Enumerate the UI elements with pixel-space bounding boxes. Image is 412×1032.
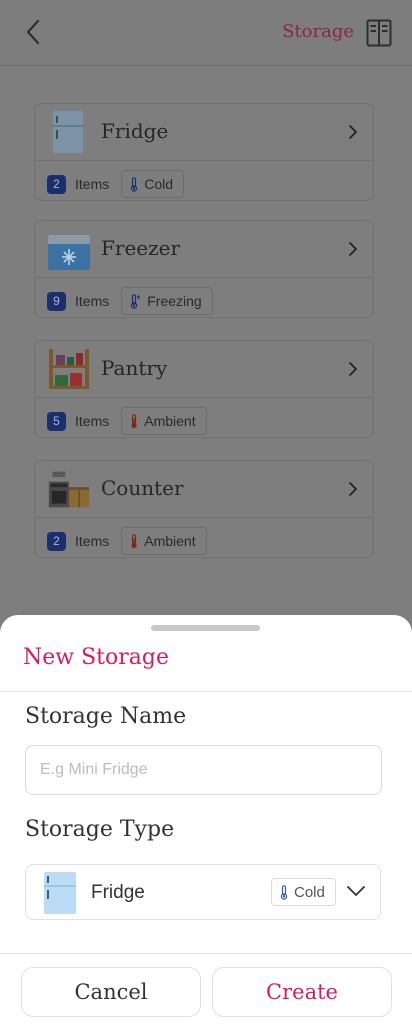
thermometer-ambient-icon (131, 533, 137, 548)
temperature-label: Cold (144, 176, 174, 192)
chevron-right-icon (349, 482, 357, 496)
storage-card-pantry[interactable]: Pantry 5 Items Ambient (34, 340, 374, 438)
selected-type-name: Fridge (91, 882, 145, 903)
temperature-badge: Cold (271, 878, 336, 906)
item-count-badge: 5 (47, 411, 66, 431)
storage-type-label: Storage Type (25, 817, 175, 842)
pantry-icon (49, 349, 89, 389)
thermometer-cold-icon (131, 176, 138, 192)
items-label: Items (75, 413, 110, 429)
cancel-button[interactable]: Cancel (21, 967, 201, 1017)
fridge-icon (53, 111, 83, 153)
storage-name: Counter (101, 476, 184, 500)
divider (0, 691, 412, 692)
back-button[interactable] (18, 14, 48, 50)
temperature-badge: Cold (121, 170, 185, 198)
divider (0, 953, 412, 954)
storage-name-input[interactable] (25, 745, 382, 795)
item-count-badge: 2 (47, 531, 66, 551)
temperature-badge: Ambient (121, 407, 207, 435)
sheet-drag-handle[interactable] (151, 625, 260, 631)
thermometer-freezing-icon (131, 293, 141, 309)
storage-name: Fridge (101, 119, 169, 143)
item-count-badge: 2 (47, 174, 66, 194)
app-header: Storage (0, 0, 412, 66)
create-button[interactable]: Create (212, 967, 392, 1017)
new-storage-sheet: New Storage Storage Name Storage Type Fr… (0, 615, 412, 1032)
freezer-icon (48, 235, 90, 270)
chevron-right-icon (349, 242, 357, 256)
storage-name: Pantry (101, 356, 168, 380)
storage-name: Freezer (101, 236, 181, 260)
storage-card-counter[interactable]: Counter 2 Items Ambient (34, 460, 374, 558)
items-label: Items (75, 293, 110, 309)
counter-icon (48, 471, 90, 508)
storage-type-select[interactable]: Fridge Cold (25, 864, 381, 920)
items-label: Items (75, 533, 110, 549)
storage-card-freezer[interactable]: Freezer 9 Items Freezing (34, 220, 374, 318)
temperature-label: Ambient (144, 533, 196, 549)
temperature-badge: Freezing (121, 287, 213, 315)
thermometer-cold-icon (280, 884, 288, 900)
fridge-icon (44, 872, 76, 914)
chevron-right-icon (349, 125, 357, 139)
chevron-down-icon (347, 886, 365, 896)
thermometer-ambient-icon (131, 413, 137, 428)
temperature-label: Cold (294, 883, 325, 901)
storage-cabinet-icon[interactable] (366, 19, 392, 47)
chevron-left-icon (26, 19, 40, 45)
storage-card-fridge[interactable]: Fridge 2 Items Cold (34, 103, 374, 201)
storage-name-label: Storage Name (25, 704, 187, 729)
header-title: Storage (282, 21, 354, 42)
chevron-right-icon (349, 362, 357, 376)
sheet-title: New Storage (23, 645, 169, 670)
temperature-label: Ambient (144, 413, 196, 429)
items-label: Items (75, 176, 110, 192)
temperature-badge: Ambient (121, 527, 207, 555)
item-count-badge: 9 (47, 291, 66, 311)
temperature-label: Freezing (147, 293, 202, 309)
